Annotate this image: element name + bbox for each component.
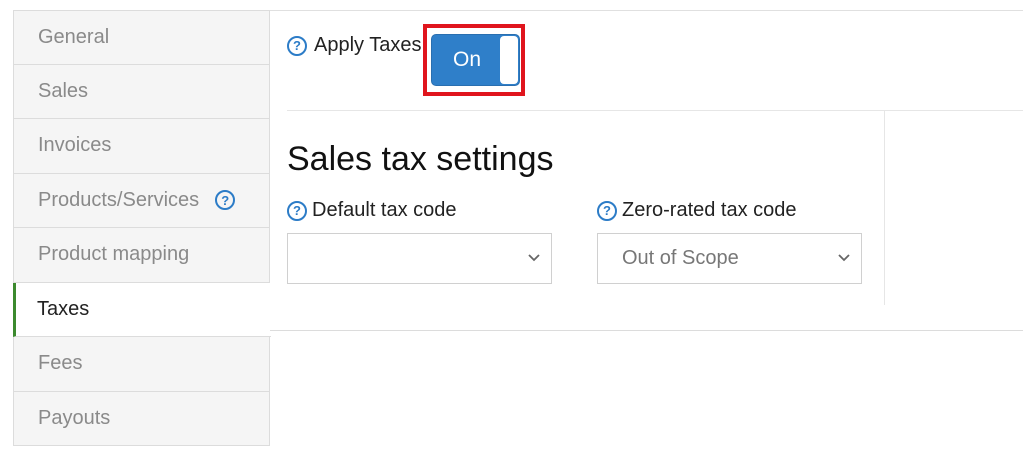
sidebar-item-sales[interactable]: Sales <box>13 64 270 119</box>
sidebar-item-label: Fees <box>38 352 83 375</box>
sidebar-item-label: Products/Services <box>38 188 200 211</box>
section-title: Sales tax settings <box>287 140 554 178</box>
sidebar-item-label: General <box>38 25 110 48</box>
apply-taxes-label: Apply Taxes <box>314 34 422 56</box>
sidebar-item-label: Product mapping <box>38 243 190 266</box>
sidebar-item-label: Payouts <box>38 406 111 429</box>
sidebar-item-label: Taxes <box>37 297 90 320</box>
sidebar-item-product-mapping[interactable]: Product mapping <box>13 228 270 283</box>
sidebar-item-taxes[interactable]: Taxes <box>13 282 271 337</box>
top-border <box>270 10 1023 11</box>
default-tax-code-select[interactable] <box>287 233 552 284</box>
chevron-down-icon <box>528 254 540 262</box>
sidebar-item-label: Sales <box>38 79 89 102</box>
sidebar-item-products-services[interactable]: Products/Services ? <box>13 173 270 228</box>
vertical-divider <box>884 111 885 305</box>
zero-rated-tax-code-value: Out of Scope <box>622 247 739 269</box>
zero-rated-tax-code-label-row: ? Zero-rated tax code <box>597 199 797 222</box>
settings-sidebar: General Sales Invoices Products/Services… <box>13 10 271 446</box>
toggle-state-text: On <box>452 48 481 71</box>
divider <box>270 330 1023 331</box>
question-circle-icon[interactable]: ? <box>287 200 307 221</box>
chevron-down-icon <box>838 254 850 262</box>
sidebar-item-general[interactable]: General <box>13 10 270 65</box>
divider <box>287 110 1023 111</box>
toggle-knob[interactable] <box>500 36 518 84</box>
sidebar-item-invoices[interactable]: Invoices <box>13 119 270 174</box>
question-circle-icon[interactable]: ? <box>287 35 307 56</box>
sidebar-item-label: Invoices <box>38 134 112 157</box>
zero-rated-tax-code-label: Zero-rated tax code <box>622 199 797 221</box>
question-circle-icon[interactable]: ? <box>215 190 236 211</box>
default-tax-code-label-row: ? Default tax code <box>287 199 457 222</box>
sidebar-item-fees[interactable]: Fees <box>13 337 270 392</box>
apply-taxes-toggle[interactable]: On <box>431 34 520 86</box>
sidebar-item-payouts[interactable]: Payouts <box>13 391 270 446</box>
apply-taxes-row: ? Apply Taxes <box>287 34 421 57</box>
default-tax-code-label: Default tax code <box>312 199 457 221</box>
zero-rated-tax-code-select[interactable]: Out of Scope <box>597 233 862 284</box>
question-circle-icon[interactable]: ? <box>597 200 617 221</box>
